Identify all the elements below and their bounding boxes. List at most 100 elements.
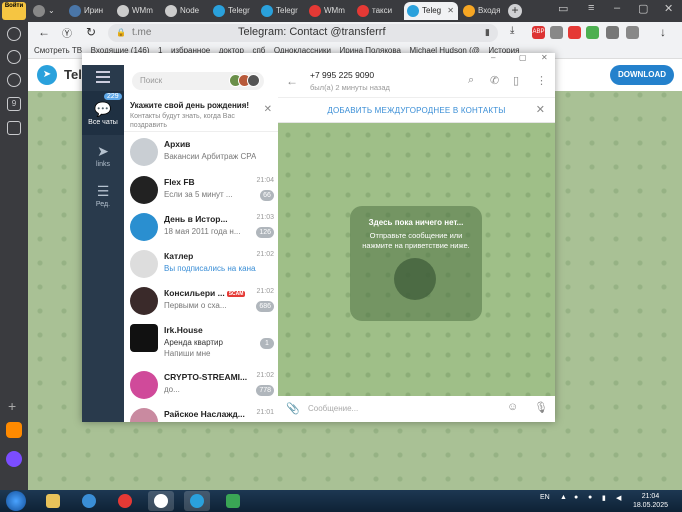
avatar [130, 324, 158, 352]
add-contact-link[interactable]: ДОБАВИТЬ МЕЖДУГОРОДНЕЕ В КОНТАКТЫ [278, 106, 555, 115]
play-icon[interactable] [7, 50, 21, 64]
tray-app-icon[interactable]: ● [574, 494, 578, 501]
download-button[interactable]: DOWNLOAD [610, 65, 674, 85]
menu-icon[interactable]: ≡ [588, 2, 594, 14]
close-icon[interactable]: ✕ [541, 53, 548, 62]
chat-row[interactable]: Flex FB 21:04 Если за 5 минут ... 66 [124, 172, 278, 209]
profile-button[interactable]: Войти [2, 2, 26, 20]
bookmarks-panel-icon[interactable]: ▭ [558, 2, 568, 15]
telegram-icon [190, 494, 204, 508]
add-panel-icon[interactable]: + [8, 398, 16, 414]
avatar [130, 287, 158, 315]
folder-links[interactable]: ➤ links [82, 139, 124, 175]
reload-icon[interactable]: ↻ [86, 25, 96, 39]
chat-row-archive[interactable]: Архив Вакансии Арбитраж CPA, S... [124, 134, 278, 171]
tray-chevron-icon[interactable]: ▲ [560, 494, 567, 501]
phone-icon[interactable]: ✆ [490, 74, 499, 87]
taskbar-ie[interactable] [76, 491, 102, 511]
yandex-home-icon[interactable]: Ⓨ [62, 25, 72, 40]
folder-edit[interactable]: ☰ Ред. [82, 179, 124, 215]
tab-wmm-1[interactable]: WMm [114, 2, 160, 20]
tab-telegram-1[interactable]: Telegr [210, 2, 256, 20]
alice-icon[interactable] [6, 451, 22, 467]
shield-icon[interactable] [586, 26, 599, 39]
history-icon[interactable] [7, 27, 21, 41]
folder-icon [46, 494, 60, 508]
chat-time: 21:03 [256, 214, 274, 221]
avatar [130, 371, 158, 399]
download-arrow-icon[interactable]: ⤓ [510, 25, 514, 36]
extension-icon[interactable] [550, 26, 563, 39]
stories-avatars[interactable] [229, 74, 260, 89]
tab-wmm-2[interactable]: WMm [306, 2, 352, 20]
language-indicator[interactable]: EN [540, 494, 550, 501]
tab-taxi[interactable]: такси [354, 2, 400, 20]
search-input[interactable]: Поиск [132, 72, 264, 90]
greeting-sticker[interactable] [394, 258, 436, 300]
tab-node[interactable]: Node [162, 2, 208, 20]
tab-pinned[interactable] [30, 2, 46, 20]
taskbar-yandex[interactable] [148, 491, 174, 511]
extension-icon[interactable] [606, 26, 619, 39]
bookmark-icon[interactable]: ▮ [485, 27, 490, 38]
collections-icon[interactable] [7, 121, 21, 135]
adblock-icon[interactable]: ABP [532, 26, 545, 39]
attach-icon[interactable]: 📎 [286, 402, 300, 415]
close-icon[interactable]: ✕ [536, 103, 545, 116]
tab-telegram-active[interactable]: Teleg ✕ [404, 2, 458, 20]
close-window-icon[interactable]: ✕ [664, 2, 673, 15]
extension-icon[interactable] [568, 26, 581, 39]
close-tab-icon[interactable]: ✕ [447, 2, 454, 20]
mail-icon[interactable] [6, 422, 22, 438]
tab-list-chevron-icon[interactable]: ⌄ [48, 2, 62, 20]
network-icon[interactable]: ▮ [602, 494, 606, 502]
chat-title[interactable]: +7 995 225 9090 [310, 70, 374, 80]
minimize-icon[interactable]: – [614, 2, 620, 14]
emoji-icon[interactable]: ☺ [507, 401, 518, 413]
chat-row[interactable]: Консильери ... SCAM 21:02 Первыми о сха..… [124, 283, 278, 320]
message-input[interactable]: Сообщение... [308, 404, 358, 413]
taskbar-app[interactable] [220, 491, 246, 511]
tray-app-icon[interactable]: ● [588, 494, 592, 501]
extensions-icon[interactable] [626, 26, 639, 39]
bookmark-item[interactable]: Смотреть ТВ [34, 44, 82, 58]
chat-preview-secondary: Напиши мне [164, 349, 211, 358]
windows-taskbar: EN ▲ ● ● ▮ ◀ 21:04 18.05.2025 [0, 490, 682, 512]
start-button[interactable] [6, 491, 26, 511]
tab-inbox[interactable]: Входя [460, 2, 506, 20]
yandex-nine-icon[interactable]: 9 [7, 97, 21, 111]
system-clock[interactable]: 21:04 18.05.2025 [633, 492, 668, 510]
back-icon[interactable]: ← [286, 74, 298, 88]
maximize-icon[interactable]: ▢ [638, 2, 648, 15]
chat-row[interactable]: Катлер 21:02 Вы подписались на канал [124, 246, 278, 283]
avatar [130, 408, 158, 422]
chat-row[interactable]: CRYPTO-STREAMI... 21:02 до... 778 [124, 367, 278, 404]
clock-icon[interactable] [7, 73, 21, 87]
chat-row[interactable]: День в Истор... 21:03 18 мая 2011 года н… [124, 209, 278, 246]
chat-row[interactable]: Райское Наслажд... 21:01 [124, 404, 278, 422]
chat-preview: Первыми о сха... [164, 301, 227, 310]
clock-time: 21:04 [641, 493, 660, 500]
search-icon[interactable]: ⌕ [468, 74, 474, 87]
maximize-icon[interactable]: ▢ [519, 53, 527, 62]
chat-name: Flex FB [164, 177, 195, 187]
tab-vk[interactable]: Ирин [66, 2, 112, 20]
sidebar-toggle-icon[interactable]: ▯ [513, 74, 519, 87]
volume-icon[interactable]: ◀ [616, 494, 621, 502]
close-icon[interactable]: ✕ [264, 104, 272, 115]
more-icon[interactable]: ⋮ [536, 74, 547, 87]
microphone-icon[interactable]: 🎙 [534, 401, 548, 414]
taskbar-telegram[interactable] [184, 491, 210, 511]
minimize-icon[interactable]: – [491, 53, 495, 62]
hamburger-menu-icon[interactable] [96, 71, 110, 86]
new-tab-button[interactable]: + [508, 4, 522, 18]
chat-row[interactable]: Irk.House Аренда квартир Напиши мне 1 [124, 320, 278, 366]
downloads-icon[interactable]: ↓ [660, 25, 666, 39]
tab-telegram-2[interactable]: Telegr [258, 2, 304, 20]
taskbar-explorer[interactable] [40, 491, 66, 511]
back-icon[interactable]: ← [38, 25, 50, 39]
folder-all-chats[interactable]: 💬 229 Все чаты [82, 91, 124, 135]
birthday-banner[interactable]: Укажите свой день рождения! Контакты буд… [124, 96, 278, 132]
omnibox[interactable]: 🔒 t.me Telegram: Contact @transferrf ▮ [108, 24, 498, 42]
taskbar-chrome[interactable] [112, 491, 138, 511]
